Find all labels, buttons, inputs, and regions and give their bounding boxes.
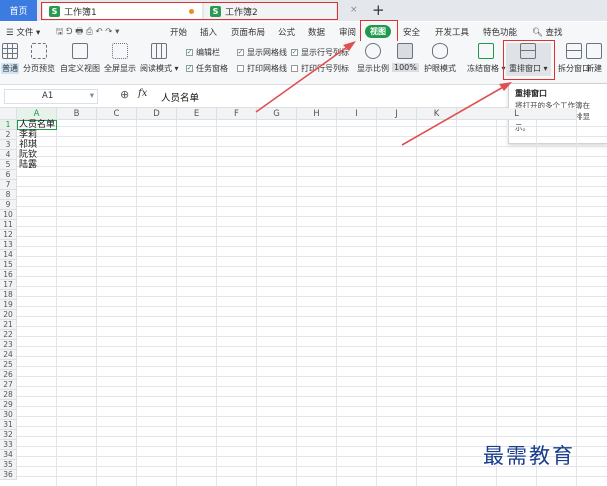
- annotation-arrows: [255, 41, 512, 146]
- arrow-to-arrange-button: [401, 85, 506, 146]
- arrow-to-view-tab: [255, 44, 351, 113]
- arrow-head-icon: [499, 82, 512, 91]
- watermark-logo: 最需教育: [483, 444, 575, 468]
